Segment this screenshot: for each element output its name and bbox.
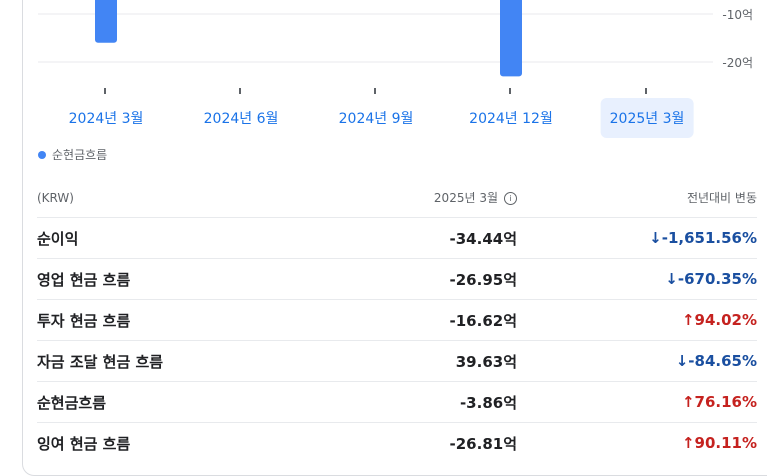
x-tick-label-selected[interactable]: 2025년 3월 xyxy=(600,98,694,138)
info-icon[interactable]: i xyxy=(504,192,517,205)
x-tick-label[interactable]: 2024년 9월 xyxy=(339,108,414,128)
header-yoy-change: 전년대비 변동 xyxy=(686,191,757,205)
legend-dot-icon xyxy=(38,150,46,159)
row-label: 순이익 xyxy=(37,217,357,259)
row-change: ↓-670.35% xyxy=(517,258,757,300)
y-tick-label: -20억 xyxy=(722,56,753,70)
table-row: 영업 현금 흐름 -26.95억 ↓-670.35% xyxy=(37,258,757,300)
row-label: 투자 현금 흐름 xyxy=(37,299,357,341)
x-tick-label[interactable]: 2024년 12월 xyxy=(469,108,553,128)
x-tick-label[interactable]: 2024년 6월 xyxy=(204,108,279,128)
row-change: ↑76.16% xyxy=(517,381,757,423)
table-row: 잉여 현금 흐름 -26.81억 ↑90.11% xyxy=(37,422,757,463)
row-label: 잉여 현금 흐름 xyxy=(37,422,357,463)
chart-bar[interactable] xyxy=(500,0,522,77)
row-value: -34.44억 xyxy=(357,217,517,259)
table-row: 순이익 -34.44억 ↓-1,651.56% xyxy=(37,217,757,259)
table-row: 자금 조달 현금 흐름 39.63억 ↓-84.65% xyxy=(37,340,757,382)
row-value: 39.63억 xyxy=(357,340,517,382)
row-label: 순현금흐름 xyxy=(37,381,357,423)
y-tick-label: -10억 xyxy=(722,8,753,22)
chart-legend: 순현금흐름 xyxy=(38,146,107,163)
row-label: 영업 현금 흐름 xyxy=(37,258,357,300)
cash-flow-table: (KRW) 2025년 3월 i 전년대비 변동 순이익 -34.44억 ↓-1,65… xyxy=(37,178,757,463)
row-change: ↓-84.65% xyxy=(517,340,757,382)
table-row: 투자 현금 흐름 -16.62억 ↑94.02% xyxy=(37,299,757,341)
header-period: 2025년 3월 i xyxy=(357,178,517,218)
row-value: -3.86억 xyxy=(357,381,517,423)
row-change: ↓-1,651.56% xyxy=(517,217,757,259)
chart-bar[interactable] xyxy=(95,0,117,43)
x-tick-label[interactable]: 2024년 3월 xyxy=(69,108,144,128)
legend-label: 순현금흐름 xyxy=(52,148,108,162)
table-header-row: (KRW) 2025년 3월 i 전년대비 변동 xyxy=(37,178,757,218)
row-change: ↑90.11% xyxy=(517,422,757,463)
header-period-label: 2025년 3월 xyxy=(433,191,498,205)
header-currency: (KRW) xyxy=(37,190,74,205)
row-value: -26.81억 xyxy=(357,422,517,463)
row-change: ↑94.02% xyxy=(517,299,757,341)
table-row: 순현금흐름 -3.86억 ↑76.16% xyxy=(37,381,757,423)
row-value: -16.62억 xyxy=(357,299,517,341)
row-value: -26.95억 xyxy=(357,258,517,300)
row-label: 자금 조달 현금 흐름 xyxy=(37,340,357,382)
net-cash-flow-chart xyxy=(38,0,713,94)
